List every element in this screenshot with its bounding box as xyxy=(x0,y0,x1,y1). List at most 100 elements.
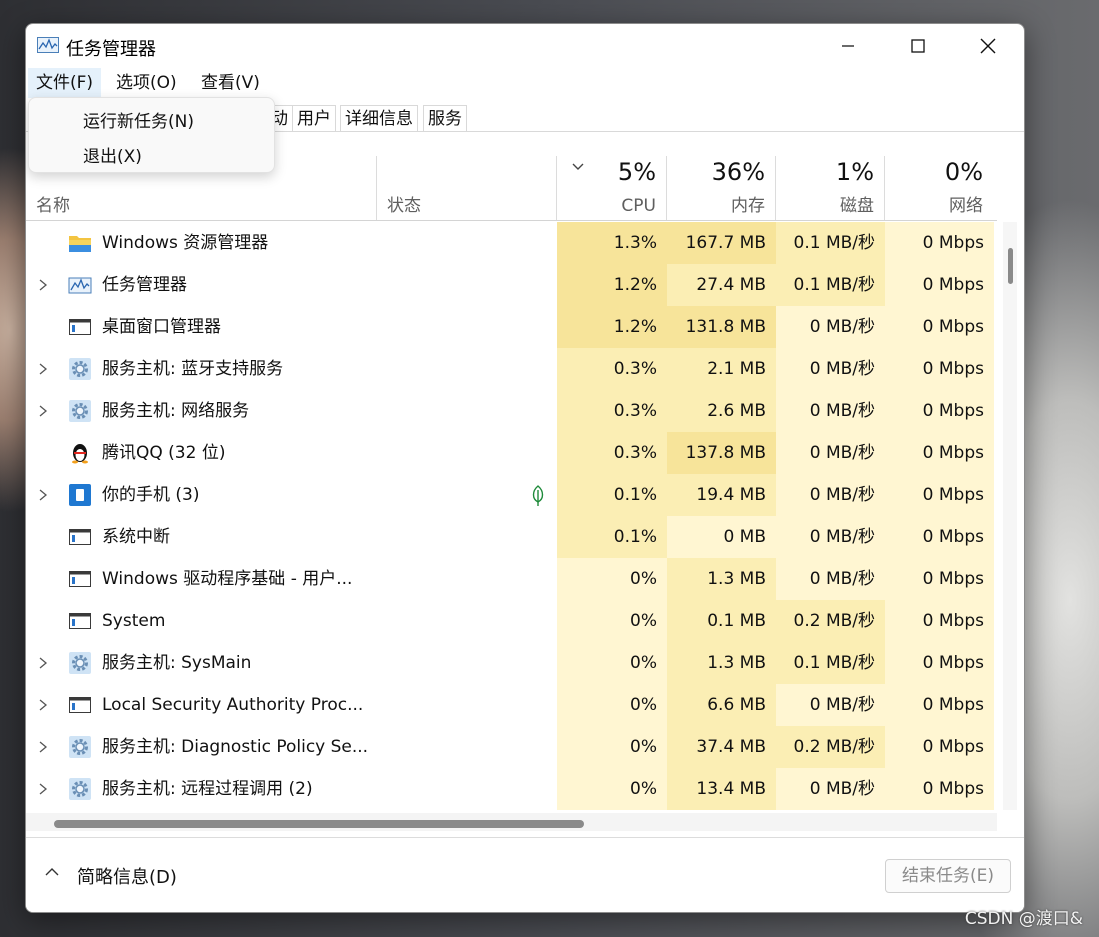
chevron-right-icon[interactable] xyxy=(38,404,48,418)
disk-label: 磁盘 xyxy=(840,196,874,216)
folder-icon xyxy=(69,236,91,252)
title-bar[interactable]: 任务管理器 xyxy=(26,24,1024,68)
file-menu-dropdown: 运行新任务(N) 退出(X) xyxy=(28,97,275,173)
task-manager-icon xyxy=(68,277,92,294)
memory-label: 内存 xyxy=(731,196,765,216)
horizontal-scroll-thumb[interactable] xyxy=(54,820,584,828)
memory-cell: 6.6 MB xyxy=(667,684,776,726)
col-status-label: 状态 xyxy=(387,196,421,216)
disk-cell: 0 MB/秒 xyxy=(776,474,885,516)
process-row[interactable]: 服务主机: 远程过程调用 (2) 0% 13.4 MB 0 MB/秒 0 Mbps xyxy=(26,768,997,810)
process-name: 服务主机: 蓝牙支持服务 xyxy=(102,359,284,379)
process-row[interactable]: 腾讯QQ (32 位) 0.3% 137.8 MB 0 MB/秒 0 Mbps xyxy=(26,432,997,474)
vertical-scroll-thumb[interactable] xyxy=(1008,248,1013,284)
close-icon xyxy=(980,38,996,54)
network-cell: 0 Mbps xyxy=(885,432,994,474)
process-row[interactable]: 服务主机: 蓝牙支持服务 0.3% 2.1 MB 0 MB/秒 0 Mbps xyxy=(26,348,997,390)
process-row[interactable]: 桌面窗口管理器 1.2% 131.8 MB 0 MB/秒 0 Mbps xyxy=(26,306,997,348)
menu-file[interactable]: 文件(F) xyxy=(28,68,102,98)
memory-cell: 2.1 MB xyxy=(667,348,776,390)
chevron-right-icon[interactable] xyxy=(38,278,48,292)
chevron-right-icon[interactable] xyxy=(38,488,48,502)
efficiency-leaf-icon xyxy=(532,485,544,506)
chevron-right-icon[interactable] xyxy=(38,740,48,754)
sort-chevron-icon xyxy=(572,163,584,170)
process-row[interactable]: 系统中断 0.1% 0 MB 0 MB/秒 0 Mbps xyxy=(26,516,997,558)
menu-options[interactable]: 选项(O) xyxy=(108,68,185,98)
col-status-header[interactable]: 状态 xyxy=(377,156,557,220)
network-cell: 0 Mbps xyxy=(885,222,994,264)
chevron-up-icon[interactable] xyxy=(44,866,60,878)
close-button[interactable] xyxy=(952,24,1024,68)
menu-bar: 文件(F) 选项(O) 查看(V) xyxy=(26,68,1024,98)
cpu-cell: 0.1% xyxy=(557,516,667,558)
horizontal-scrollbar[interactable] xyxy=(26,813,997,831)
process-row[interactable]: System 0% 0.1 MB 0.2 MB/秒 0 Mbps xyxy=(26,600,997,642)
tab-details[interactable]: 详细信息 xyxy=(340,105,418,132)
cpu-cell: 0.3% xyxy=(557,348,667,390)
network-cell: 0 Mbps xyxy=(885,768,994,810)
disk-cell: 0 MB/秒 xyxy=(776,390,885,432)
disk-cell: 0.2 MB/秒 xyxy=(776,726,885,768)
disk-cell: 0 MB/秒 xyxy=(776,768,885,810)
window-app-icon xyxy=(69,529,91,545)
disk-cell: 0.2 MB/秒 xyxy=(776,600,885,642)
disk-cell: 0.1 MB/秒 xyxy=(776,264,885,306)
col-disk-header[interactable]: 1% 磁盘 xyxy=(776,156,885,220)
fewer-details-link[interactable]: 简略信息(D) xyxy=(77,863,177,889)
menu-view[interactable]: 查看(V) xyxy=(193,68,268,98)
process-name: 服务主机: 远程过程调用 (2) xyxy=(102,779,313,799)
disk-cell: 0.1 MB/秒 xyxy=(776,222,885,264)
footer-bar: 简略信息(D) 结束任务(E) xyxy=(26,837,1024,912)
memory-cell: 167.7 MB xyxy=(667,222,776,264)
cpu-total: 5% xyxy=(617,158,656,186)
cpu-cell: 1.3% xyxy=(557,222,667,264)
minimize-button[interactable] xyxy=(812,24,884,68)
col-network-header[interactable]: 0% 网络 xyxy=(885,156,993,220)
process-row[interactable]: Local Security Authority Proc... 0% 6.6 MB… xyxy=(26,684,997,726)
network-cell: 0 Mbps xyxy=(885,348,994,390)
network-cell: 0 Mbps xyxy=(885,264,994,306)
gear-icon xyxy=(69,778,91,800)
end-task-button[interactable]: 结束任务(E) xyxy=(885,859,1011,893)
cpu-cell: 0% xyxy=(557,768,667,810)
process-name: 服务主机: 网络服务 xyxy=(102,401,250,421)
disk-cell: 0 MB/秒 xyxy=(776,516,885,558)
process-row[interactable]: 服务主机: SysMain 0% 1.3 MB 0.1 MB/秒 0 Mbps xyxy=(26,642,997,684)
maximize-button[interactable] xyxy=(882,24,954,68)
process-row[interactable]: Windows 资源管理器 1.3% 167.7 MB 0.1 MB/秒 0 Mbps xyxy=(26,222,997,264)
process-row[interactable]: Windows 驱动程序基础 - 用户... 0% 1.3 MB 0 MB/秒 0 Mb… xyxy=(26,558,997,600)
process-row[interactable]: 任务管理器 1.2% 27.4 MB 0.1 MB/秒 0 Mbps xyxy=(26,264,997,306)
task-manager-window: 任务管理器 文件(F) 选项(O) 查看(V) 动 用户 详细信息 服务 运行新… xyxy=(25,23,1025,913)
minimize-icon xyxy=(842,45,854,47)
run-new-task-item[interactable]: 运行新任务(N) xyxy=(83,107,194,132)
exit-item[interactable]: 退出(X) xyxy=(83,142,142,167)
chevron-right-icon[interactable] xyxy=(38,362,48,376)
memory-total: 36% xyxy=(711,158,765,186)
process-row[interactable]: 服务主机: Diagnostic Policy Se... 0% 37.4 MB 0.… xyxy=(26,726,997,768)
network-total: 0% xyxy=(944,158,983,186)
vertical-scrollbar[interactable] xyxy=(1003,222,1017,810)
process-row[interactable]: 你的手机 (3) 0.1% 19.4 MB 0 MB/秒 0 Mbps xyxy=(26,474,997,516)
cpu-cell: 0% xyxy=(557,726,667,768)
window-app-icon xyxy=(69,319,91,335)
cpu-cell: 0.3% xyxy=(557,432,667,474)
chevron-right-icon[interactable] xyxy=(38,698,48,712)
chevron-right-icon[interactable] xyxy=(38,656,48,670)
col-cpu-header[interactable]: 5% CPU xyxy=(557,156,667,220)
memory-cell: 13.4 MB xyxy=(667,768,776,810)
gear-icon xyxy=(69,358,91,380)
disk-cell: 0 MB/秒 xyxy=(776,348,885,390)
tab-services[interactable]: 服务 xyxy=(423,105,467,132)
cpu-cell: 1.2% xyxy=(557,306,667,348)
window-app-icon xyxy=(69,571,91,587)
memory-cell: 0.1 MB xyxy=(667,600,776,642)
memory-cell: 1.3 MB xyxy=(667,558,776,600)
process-name: 腾讯QQ (32 位) xyxy=(102,443,226,463)
tab-users[interactable]: 用户 xyxy=(292,105,336,132)
network-cell: 0 Mbps xyxy=(885,516,994,558)
chevron-right-icon[interactable] xyxy=(38,782,48,796)
process-row[interactable]: 服务主机: 网络服务 0.3% 2.6 MB 0 MB/秒 0 Mbps xyxy=(26,390,997,432)
memory-cell: 19.4 MB xyxy=(667,474,776,516)
col-memory-header[interactable]: 36% 内存 xyxy=(667,156,776,220)
